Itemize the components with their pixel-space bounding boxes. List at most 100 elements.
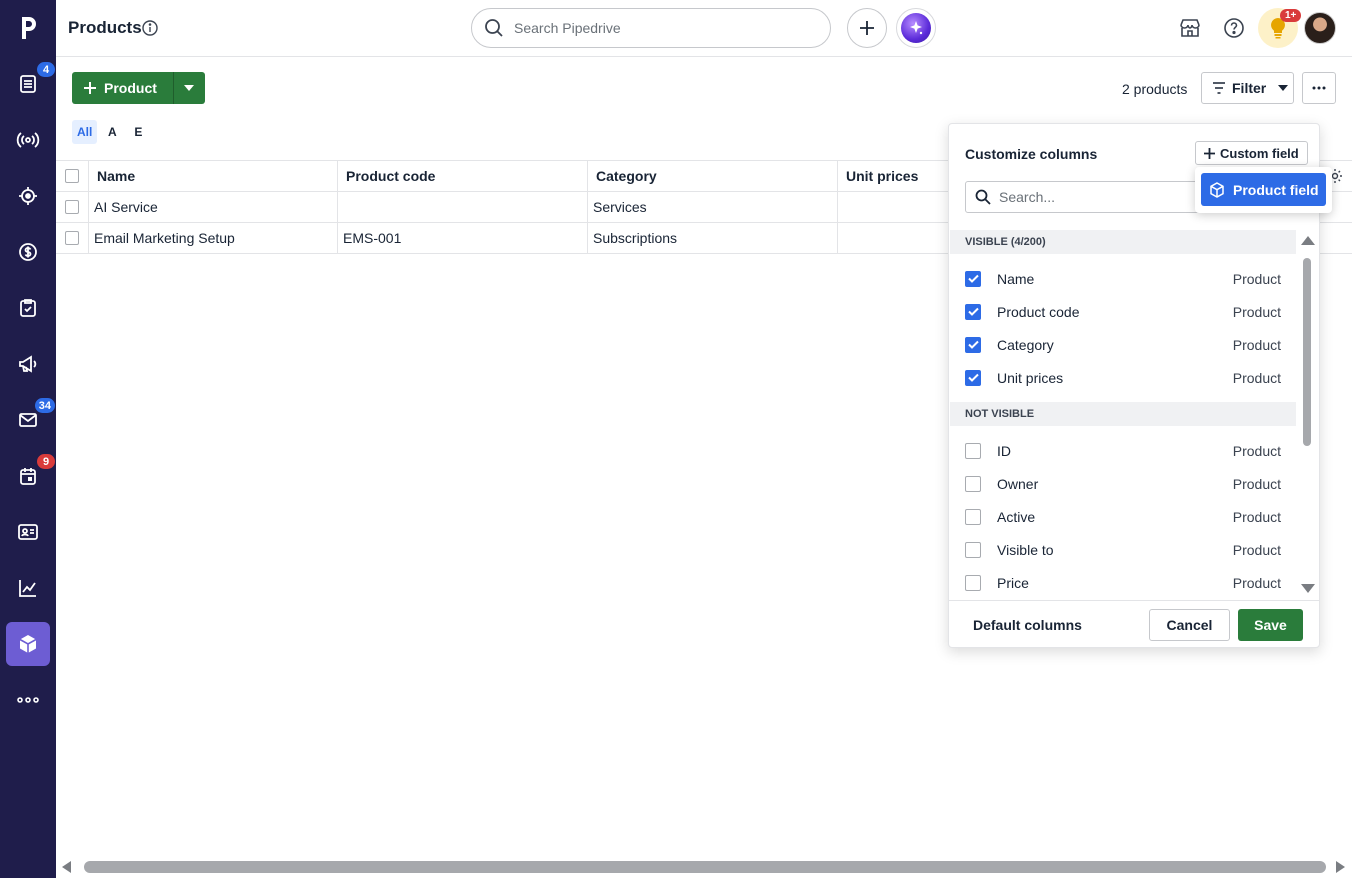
plus-icon bbox=[860, 21, 874, 35]
sidebar-item-products[interactable] bbox=[6, 622, 50, 666]
column-search-input[interactable] bbox=[999, 189, 1199, 205]
contact-card-icon bbox=[18, 524, 38, 540]
field-name: Unit prices bbox=[997, 369, 1064, 386]
row-checkbox[interactable] bbox=[65, 231, 79, 245]
field-source: Product bbox=[1232, 475, 1281, 492]
global-search[interactable] bbox=[471, 8, 831, 48]
cell-product-code[interactable] bbox=[338, 192, 588, 222]
field-source: Product bbox=[1232, 574, 1281, 591]
add-product-button[interactable]: Product bbox=[72, 72, 173, 104]
field-name: Active bbox=[997, 508, 1036, 525]
sidebar-item-contacts[interactable] bbox=[6, 510, 50, 554]
ai-assistant-button[interactable] bbox=[896, 8, 936, 48]
letter-filter-all[interactable]: All bbox=[72, 120, 98, 144]
sidebar-item-leads[interactable]: 4 bbox=[6, 62, 55, 106]
caret-down-icon bbox=[1278, 85, 1289, 91]
scroll-down-arrow[interactable] bbox=[1301, 584, 1315, 593]
field-name: Visible to bbox=[997, 541, 1054, 558]
add-product-dropdown[interactable] bbox=[172, 72, 205, 104]
row-select-cell bbox=[56, 192, 89, 222]
scroll-thumb[interactable] bbox=[1303, 258, 1311, 446]
sidebar-item-campaigns[interactable] bbox=[6, 342, 50, 386]
field-row-unit-prices[interactable]: Unit prices Product bbox=[965, 361, 1281, 394]
letter-filter-e[interactable]: E bbox=[127, 120, 149, 144]
quick-add-button[interactable] bbox=[847, 8, 887, 48]
field-checkbox[interactable] bbox=[965, 442, 981, 459]
search-input[interactable] bbox=[514, 20, 804, 36]
field-name: Price bbox=[997, 574, 1029, 591]
calendar-icon bbox=[20, 468, 36, 485]
field-row-active[interactable]: Active Product bbox=[965, 500, 1281, 533]
horizontal-scrollbar[interactable] bbox=[56, 856, 1352, 878]
column-header-category[interactable]: Category bbox=[588, 161, 838, 191]
sidebar-item-deals[interactable] bbox=[6, 230, 50, 274]
letter-filter-a[interactable]: A bbox=[101, 120, 123, 144]
cell-product-code[interactable]: EMS-001 bbox=[338, 223, 588, 253]
sidebar-item-projects[interactable] bbox=[6, 174, 50, 218]
sidebar-item-mail[interactable]: 34 bbox=[6, 398, 55, 442]
field-row-category[interactable]: Category Product bbox=[965, 328, 1281, 361]
plus-icon bbox=[84, 82, 96, 94]
custom-field-button[interactable]: Custom field bbox=[1195, 141, 1308, 165]
field-checkbox[interactable] bbox=[965, 574, 981, 591]
column-header-name[interactable]: Name bbox=[89, 161, 338, 191]
field-checkbox[interactable] bbox=[965, 303, 981, 320]
sparkle-icon bbox=[901, 13, 931, 43]
scroll-left-arrow[interactable] bbox=[62, 861, 71, 873]
popover-title: Customize columns bbox=[965, 146, 1098, 162]
cell-name[interactable]: AI Service bbox=[89, 192, 338, 222]
select-all-checkbox[interactable] bbox=[65, 169, 79, 183]
field-row-name[interactable]: Name Product bbox=[965, 262, 1281, 295]
filter-button[interactable]: Filter bbox=[1201, 72, 1294, 104]
marketplace-icon[interactable] bbox=[1178, 16, 1202, 40]
leads-icon bbox=[20, 75, 36, 93]
leads-badge: 4 bbox=[37, 62, 55, 77]
column-search[interactable] bbox=[965, 181, 1209, 213]
field-source: Product bbox=[1232, 508, 1281, 525]
column-header-product-code[interactable]: Product code bbox=[338, 161, 588, 191]
scroll-right-arrow[interactable] bbox=[1336, 861, 1345, 873]
notifications-badge: 1+ bbox=[1280, 9, 1302, 22]
horizontal-scroll-thumb[interactable] bbox=[84, 861, 1326, 873]
info-icon[interactable] bbox=[142, 20, 158, 39]
scroll-up-arrow[interactable] bbox=[1301, 236, 1315, 245]
field-checkbox[interactable] bbox=[965, 541, 981, 558]
field-checkbox[interactable] bbox=[965, 369, 981, 386]
user-avatar[interactable] bbox=[1304, 12, 1336, 44]
product-field-option[interactable]: Product field bbox=[1201, 173, 1326, 206]
popover-scrollbar[interactable] bbox=[1299, 232, 1315, 597]
field-checkbox[interactable] bbox=[965, 475, 981, 492]
field-checkbox[interactable] bbox=[965, 336, 981, 353]
target-icon bbox=[19, 187, 37, 205]
field-row-id[interactable]: ID Product bbox=[965, 434, 1281, 467]
cell-name[interactable]: Email Marketing Setup bbox=[89, 223, 338, 253]
sidebar-item-activities[interactable] bbox=[6, 286, 50, 330]
more-actions-button[interactable] bbox=[1302, 72, 1336, 104]
page-title: Products bbox=[68, 18, 142, 37]
sidebar-item-deals-pipeline[interactable] bbox=[6, 118, 50, 162]
caret-down-icon bbox=[184, 85, 195, 91]
field-row-product-code[interactable]: Product code Product bbox=[965, 295, 1281, 328]
search-icon bbox=[975, 189, 991, 205]
megaphone-icon bbox=[19, 355, 37, 373]
pipedrive-logo[interactable] bbox=[0, 0, 56, 56]
sidebar-item-insights[interactable] bbox=[6, 566, 50, 610]
add-product-split-button: Product bbox=[72, 72, 205, 104]
field-row-owner[interactable]: Owner Product bbox=[965, 467, 1281, 500]
default-columns-button[interactable]: Default columns bbox=[973, 617, 1082, 633]
help-icon[interactable] bbox=[1222, 16, 1246, 40]
cancel-button[interactable]: Cancel bbox=[1149, 609, 1230, 641]
row-checkbox[interactable] bbox=[65, 200, 79, 214]
field-checkbox[interactable] bbox=[965, 508, 981, 525]
cell-category[interactable]: Subscriptions bbox=[588, 223, 838, 253]
field-checkbox[interactable] bbox=[965, 270, 981, 287]
clipboard-check-icon bbox=[20, 299, 36, 317]
sidebar-item-calendar[interactable]: 9 bbox=[6, 454, 55, 498]
save-button[interactable]: Save bbox=[1238, 609, 1303, 641]
sidebar-item-more[interactable] bbox=[6, 678, 50, 722]
field-row-visible-to[interactable]: Visible to Product bbox=[965, 533, 1281, 566]
cell-category[interactable]: Services bbox=[588, 192, 838, 222]
sidebar: 4 34 9 bbox=[0, 0, 56, 878]
field-row-price[interactable]: Price Product bbox=[965, 566, 1281, 599]
filter-icon bbox=[1213, 82, 1225, 94]
